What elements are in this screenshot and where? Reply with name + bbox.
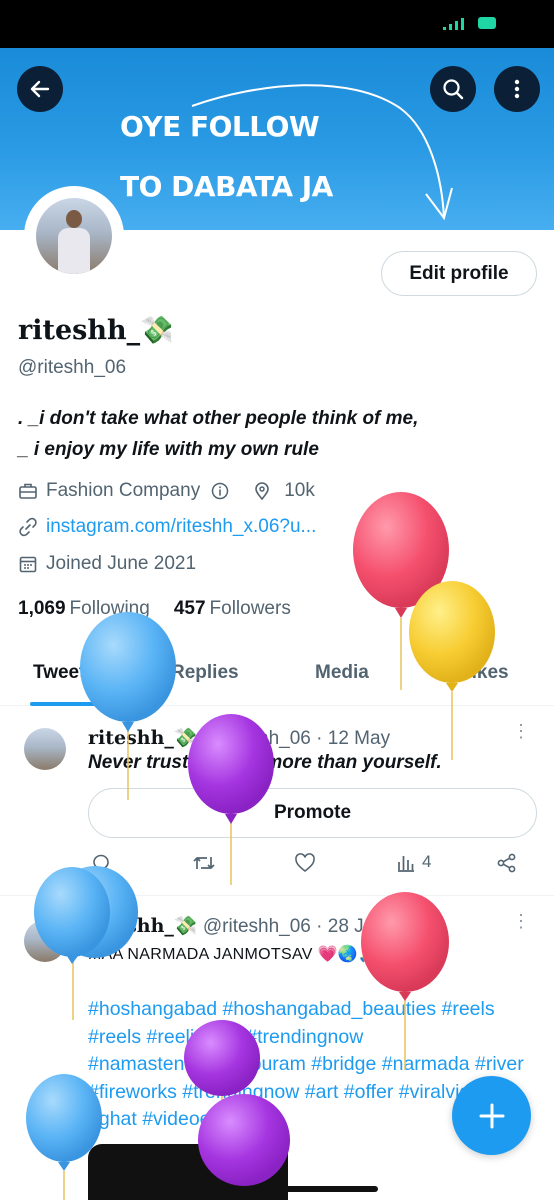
calendar-icon <box>18 554 38 574</box>
followers-count: 457 <box>173 598 206 619</box>
arrow-left-icon <box>30 80 50 98</box>
following-count: 1,069 <box>18 598 66 619</box>
profile-category: Fashion Company <box>46 480 201 501</box>
promote-button[interactable]: Promote <box>88 788 537 838</box>
tweet-more-icon[interactable]: ⋮ <box>512 722 530 740</box>
active-tab-indicator <box>30 702 110 706</box>
following-label: Following <box>69 598 150 619</box>
tab-replies[interactable]: Replies <box>171 662 239 684</box>
retweet-button[interactable] <box>192 852 216 874</box>
tweet-card[interactable]: riteshh_💸 @riteshh_06 · 28 Jan ⋮ MAA NAR… <box>0 896 554 1200</box>
profile-joined-row: Joined June 2021 <box>18 553 196 575</box>
tweet-text: Never trust anyone more than yourself. <box>88 752 442 773</box>
reply-icon <box>93 854 109 873</box>
profile-joined: Joined June 2021 <box>46 553 197 574</box>
tweet-card[interactable]: riteshh_💸 @riteshh_06 · 12 May ⋮ Never t… <box>0 710 554 896</box>
views-button[interactable]: 4 <box>396 852 431 872</box>
tweet-author-name[interactable]: riteshh_💸 <box>88 727 198 749</box>
retweet-icon <box>193 857 215 869</box>
info-icon[interactable] <box>210 481 230 501</box>
tab-media[interactable]: Media <box>315 662 369 684</box>
banner-line-1: OYE FOLLOW <box>120 110 320 143</box>
share-button[interactable] <box>496 852 518 874</box>
tab-likes[interactable]: Likes <box>460 662 509 684</box>
profile-handle: @riteshh_06 <box>18 357 127 378</box>
profile-tabs: Tweets Replies Media Likes <box>0 648 554 706</box>
following-link[interactable]: 1,069 Following <box>18 598 150 620</box>
tweet-text: MAA NARMADA JANMOTSAV 💗🌏🙏 <box>88 946 379 963</box>
analytics-icon <box>398 856 414 872</box>
tweet-avatar[interactable] <box>24 728 66 770</box>
more-options-button[interactable] <box>494 66 540 112</box>
more-vertical-icon <box>514 79 520 99</box>
battery-icon <box>478 17 496 29</box>
tweet-author-name[interactable]: riteshh_💸 <box>88 915 198 937</box>
back-button[interactable] <box>17 66 63 112</box>
profile-bio: . _i don't take what other people think … <box>18 403 538 465</box>
tweet-handle-time: @riteshh_06 · 28 Jan <box>202 916 385 937</box>
bio-line-2: _ i enjoy my life with my own rule <box>18 439 319 460</box>
profile-link-row[interactable]: instagram.com/riteshh_x.06?u... <box>18 516 316 538</box>
tab-tweets[interactable]: Tweets <box>33 662 96 684</box>
bio-line-1: . _i don't take what other people think … <box>18 408 419 429</box>
compose-tweet-button[interactable] <box>452 1076 531 1155</box>
profile-website-link[interactable]: instagram.com/riteshh_x.06?u... <box>46 516 316 538</box>
tweet-more-icon[interactable]: ⋮ <box>512 912 530 930</box>
followers-link[interactable]: 457 Followers <box>174 598 291 620</box>
profile-category-row: Fashion Company 10k <box>18 480 315 502</box>
home-indicator[interactable] <box>172 1186 378 1192</box>
avatar-photo <box>36 198 112 274</box>
plus-icon <box>479 1103 504 1128</box>
search-button[interactable] <box>430 66 476 112</box>
briefcase-icon <box>18 481 38 501</box>
display-name: riteshh_💸 <box>18 315 174 346</box>
share-icon <box>497 853 516 873</box>
heart-icon <box>295 853 315 873</box>
tweet-handle-time: @riteshh_06 · 12 May <box>202 728 391 749</box>
tweet-actions: 4 <box>88 852 528 882</box>
edit-profile-button[interactable]: Edit profile <box>381 251 537 296</box>
search-icon <box>443 79 464 100</box>
profile-location: 10k <box>284 480 315 501</box>
follow-stats: 1,069 Following 457 Followers <box>18 598 291 620</box>
tweet-header: riteshh_💸 @riteshh_06 · 28 Jan <box>88 914 385 938</box>
views-count: 4 <box>422 852 432 871</box>
tweet-avatar[interactable] <box>24 920 66 962</box>
banner-line-2: TO DABATA JA <box>120 170 333 203</box>
link-icon <box>18 517 38 537</box>
signal-icon <box>443 18 464 30</box>
followers-label: Followers <box>209 598 291 619</box>
profile-avatar[interactable] <box>24 186 124 286</box>
reply-button[interactable] <box>90 852 112 874</box>
like-button[interactable] <box>294 852 316 874</box>
location-pin-icon <box>252 481 272 501</box>
status-bar <box>0 0 554 48</box>
tweet-header: riteshh_💸 @riteshh_06 · 12 May <box>88 726 390 750</box>
